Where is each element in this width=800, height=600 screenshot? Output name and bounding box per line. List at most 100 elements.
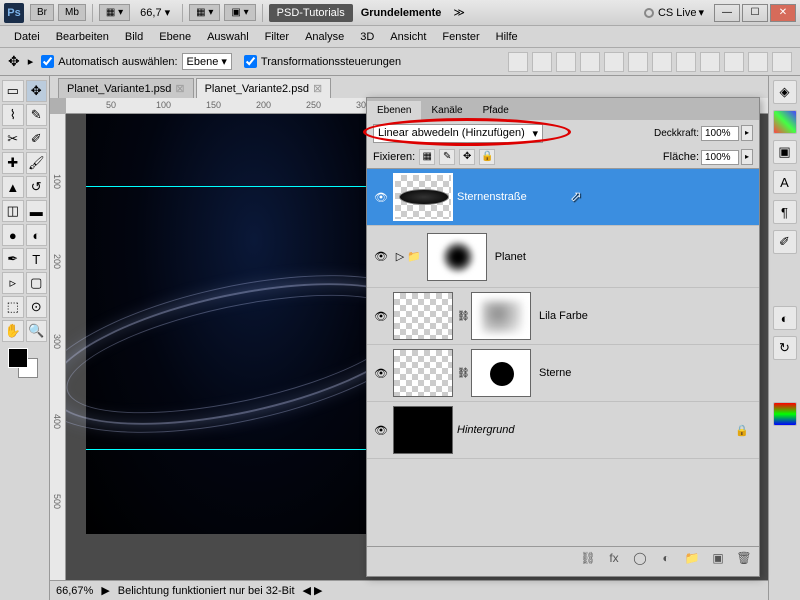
quickselect-tool[interactable]: ✎	[26, 104, 48, 126]
path-select-tool[interactable]: ▹	[2, 272, 24, 294]
visibility-icon[interactable]: 👁	[373, 367, 389, 380]
distribute-icon[interactable]	[724, 52, 744, 72]
close-tab-icon[interactable]: ⊠	[175, 82, 184, 95]
zoom-level[interactable]: 66,7 ▾	[134, 4, 176, 21]
screenmode-button[interactable]: ▣ ▾	[224, 4, 255, 21]
layer-mask-thumbnail[interactable]	[471, 349, 531, 397]
foreground-color[interactable]	[8, 348, 28, 368]
marquee-tool[interactable]: ▭	[2, 80, 24, 102]
distribute-icon[interactable]	[772, 52, 792, 72]
3d-tool[interactable]: ⬚	[2, 296, 24, 318]
menu-fenster[interactable]: Fenster	[434, 29, 487, 45]
maximize-button[interactable]: ☐	[742, 4, 768, 22]
menu-filter[interactable]: Filter	[257, 29, 297, 45]
new-layer-icon[interactable]: ▣	[709, 551, 727, 569]
workspace-more[interactable]: ≫	[453, 6, 465, 19]
menu-analyse[interactable]: Analyse	[297, 29, 352, 45]
eraser-tool[interactable]: ◫	[2, 200, 24, 222]
type-tool[interactable]: T	[26, 248, 48, 270]
minimize-button[interactable]: —	[714, 4, 740, 22]
close-button[interactable]: ✕	[770, 4, 796, 22]
history-dock-icon[interactable]: ↻	[773, 336, 797, 360]
lock-position-icon[interactable]: ✥	[459, 149, 475, 165]
layer-name[interactable]: Planet	[495, 251, 526, 263]
align-icon[interactable]	[604, 52, 624, 72]
workspace-grundelemente[interactable]: Grundelemente	[355, 5, 448, 21]
menu-hilfe[interactable]: Hilfe	[488, 29, 526, 45]
layer-row[interactable]: 👁 ⛓ Sterne	[367, 345, 759, 402]
tab-pfade[interactable]: Pfade	[473, 101, 519, 120]
align-icon[interactable]	[508, 52, 528, 72]
paragraph-dock-icon[interactable]: ¶	[773, 200, 797, 224]
color-swatches[interactable]	[2, 348, 47, 384]
blend-mode-dropdown[interactable]: Linear abwedeln (Hinzufügen)▾	[373, 124, 543, 143]
menu-bild[interactable]: Bild	[117, 29, 151, 45]
hand-tool[interactable]: ✋	[2, 320, 24, 342]
eyedropper-tool[interactable]: ✐	[26, 128, 48, 150]
visibility-icon[interactable]: 👁	[373, 310, 389, 323]
layer-name[interactable]: Sternenstraße	[457, 191, 527, 203]
layer-thumbnail[interactable]	[393, 292, 453, 340]
link-layers-icon[interactable]: ⛓	[579, 551, 597, 569]
view-extras-button[interactable]: ▦ ▾	[99, 4, 130, 21]
move-tool[interactable]: ✥	[26, 80, 48, 102]
menu-ansicht[interactable]: Ansicht	[382, 29, 434, 45]
opacity-flyout[interactable]: ▸	[741, 125, 753, 141]
tab-ebenen[interactable]: Ebenen	[367, 101, 421, 120]
auto-select-checkbox[interactable]	[41, 55, 54, 68]
zoom-tool[interactable]: 🔍	[26, 320, 48, 342]
layer-row[interactable]: 👁 Hintergrund 🔒	[367, 402, 759, 459]
distribute-icon[interactable]	[676, 52, 696, 72]
distribute-icon[interactable]	[700, 52, 720, 72]
brush-dock-icon[interactable]: ✐	[773, 230, 797, 254]
brush-tool[interactable]: 🖌	[26, 152, 48, 174]
cslive-label[interactable]: CS Live	[658, 7, 697, 19]
layer-thumbnail[interactable]	[393, 406, 453, 454]
layer-fx-icon[interactable]: fx	[605, 551, 623, 569]
opacity-input[interactable]: 100%	[701, 126, 739, 141]
blur-tool[interactable]: ●	[2, 224, 24, 246]
menu-3d[interactable]: 3D	[352, 29, 382, 45]
color-dock-icon[interactable]	[773, 110, 797, 134]
align-icon[interactable]	[532, 52, 552, 72]
doc-tab-1[interactable]: Planet_Variante1.psd⊠	[58, 78, 194, 98]
add-mask-icon[interactable]: ◯	[631, 551, 649, 569]
workspace-psd-tutorials[interactable]: PSD-Tutorials	[269, 4, 353, 22]
history-brush-tool[interactable]: ↺	[26, 176, 48, 198]
doc-tab-2[interactable]: Planet_Variante2.psd⊠	[196, 78, 332, 98]
layer-mask-thumbnail[interactable]	[427, 233, 487, 281]
align-icon[interactable]	[580, 52, 600, 72]
layer-thumbnail[interactable]	[393, 349, 453, 397]
character-dock-icon[interactable]: A	[773, 170, 797, 194]
expand-icon[interactable]: ▷	[393, 250, 407, 263]
visibility-icon[interactable]: 👁	[373, 424, 389, 437]
layer-name[interactable]: Lila Farbe	[539, 310, 588, 322]
gradient-tool[interactable]: ▬	[26, 200, 48, 222]
dodge-tool[interactable]: ◐	[26, 224, 48, 246]
distribute-icon[interactable]	[748, 52, 768, 72]
menu-datei[interactable]: Datei	[6, 29, 48, 45]
link-icon[interactable]: ⛓	[457, 368, 467, 379]
menu-ebene[interactable]: Ebene	[151, 29, 199, 45]
lasso-tool[interactable]: ⌇	[2, 104, 24, 126]
stamp-tool[interactable]: ▲	[2, 176, 24, 198]
layer-row[interactable]: 👁 ▷ 📁 Planet	[367, 226, 759, 288]
layer-name[interactable]: Sterne	[539, 367, 571, 379]
menu-auswahl[interactable]: Auswahl	[199, 29, 257, 45]
visibility-icon[interactable]: 👁	[373, 250, 389, 263]
align-icon[interactable]	[556, 52, 576, 72]
lock-pixels-icon[interactable]: ✎	[439, 149, 455, 165]
lock-all-icon[interactable]: 🔒	[479, 149, 495, 165]
new-group-icon[interactable]: 📁	[683, 551, 701, 569]
layers-dock-icon[interactable]: ◈	[773, 80, 797, 104]
distribute-icon[interactable]	[652, 52, 672, 72]
3d-camera-tool[interactable]: ⊙	[26, 296, 48, 318]
transform-dock-icon[interactable]: ▣	[773, 140, 797, 164]
delete-layer-icon[interactable]: 🗑	[735, 551, 753, 569]
adjustment-layer-icon[interactable]: ◐	[657, 551, 675, 569]
adjustment-dock-icon[interactable]: ◐	[773, 306, 797, 330]
fill-flyout[interactable]: ▸	[741, 149, 753, 165]
transform-checkbox[interactable]	[244, 55, 257, 68]
crop-tool[interactable]: ✂	[2, 128, 24, 150]
menu-bearbeiten[interactable]: Bearbeiten	[48, 29, 117, 45]
